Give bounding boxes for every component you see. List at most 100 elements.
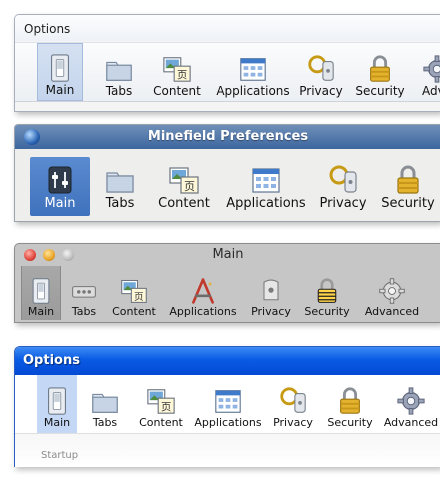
switch-icon — [42, 386, 72, 416]
svg-text:页: 页 — [184, 180, 195, 193]
window-title: Minefield Preferences — [147, 129, 309, 144]
window-title: Main — [212, 247, 244, 262]
tab-applications[interactable]: Applications — [215, 43, 291, 101]
switch-icon — [45, 53, 75, 83]
applications-icon — [238, 54, 268, 84]
tab-applications-label: Applications — [194, 416, 262, 429]
preferences-toolbar: Main Tabs 页 Content Applications Privacy… — [15, 157, 440, 216]
content-area — [15, 102, 440, 111]
security-lock-icon — [313, 277, 341, 305]
tab-tabs-label: Tabs — [71, 305, 97, 318]
tab-applications[interactable]: Applications — [167, 266, 239, 320]
options-window-vista: Options Main Tabs 页 Content Applications… — [14, 14, 440, 112]
applications-icon — [213, 386, 243, 416]
applications-icon — [250, 164, 282, 196]
tab-security[interactable]: Security — [377, 157, 439, 216]
tab-security[interactable]: Security — [301, 266, 353, 320]
tabs-icon — [70, 277, 98, 305]
tab-tabs-label: Tabs — [105, 84, 133, 98]
tabs-icon — [104, 164, 136, 196]
preferences-window-mac: Main Main Tabs 页 Content Applications Pr… — [14, 243, 440, 323]
tab-security[interactable]: Security — [355, 43, 405, 101]
tab-content-label: Content — [112, 305, 156, 318]
tab-security-label: Security — [381, 196, 435, 211]
svg-text:页: 页 — [134, 292, 144, 303]
tab-content[interactable]: 页 Content — [137, 375, 185, 433]
options-window-xp: Options Main Tabs 页 Content Applications… — [14, 346, 440, 467]
tab-tabs-label: Tabs — [105, 196, 135, 211]
tab-privacy[interactable]: Privacy — [247, 266, 295, 320]
tab-privacy[interactable]: Privacy — [315, 157, 371, 216]
tab-main-label: Main — [27, 305, 55, 318]
tab-privacy-label: Privacy — [251, 305, 291, 318]
tab-security-label: Security — [304, 305, 350, 318]
tab-privacy-label: Privacy — [319, 196, 367, 211]
title-bar[interactable]: Options — [15, 347, 440, 375]
security-lock-icon — [365, 54, 395, 84]
tab-advanced[interactable]: Advanced — [361, 266, 423, 320]
switch-icon — [44, 164, 76, 196]
applications-icon — [189, 277, 217, 305]
tabs-icon — [90, 386, 120, 416]
tab-privacy[interactable]: Privacy — [271, 375, 315, 433]
tab-tabs[interactable]: Tabs — [65, 266, 103, 320]
tab-main[interactable]: Main — [30, 157, 90, 216]
privacy-icon — [306, 54, 336, 84]
title-bar[interactable]: Options — [15, 15, 440, 41]
tab-advanced[interactable]: Adva — [417, 43, 440, 101]
tab-privacy-label: Privacy — [273, 416, 313, 429]
tab-content-label: Content — [153, 84, 201, 98]
tab-applications[interactable]: Applications — [223, 157, 309, 216]
tab-main-label: Main — [45, 83, 75, 97]
preferences-toolbar: Main Tabs 页 Content Applications Privacy… — [15, 42, 440, 102]
tab-privacy[interactable]: Privacy — [298, 43, 344, 101]
tab-advanced-label: Advanced — [364, 305, 420, 318]
tab-privacy-label: Privacy — [299, 84, 343, 98]
svg-text:页: 页 — [177, 69, 187, 81]
title-bar[interactable]: Main — [15, 244, 440, 266]
content-area: Startup — [15, 434, 440, 467]
tab-main-label: Main — [43, 416, 71, 429]
tab-main-label: Main — [44, 196, 76, 211]
tab-security[interactable]: Security — [325, 375, 375, 433]
advanced-gear-icon — [396, 386, 426, 416]
tab-main[interactable]: Main — [21, 266, 61, 320]
tab-applications[interactable]: Applications — [194, 375, 262, 433]
tab-tabs[interactable]: Tabs — [97, 157, 143, 216]
title-bar[interactable]: Minefield Preferences — [15, 125, 440, 149]
privacy-icon — [278, 386, 308, 416]
tab-tabs[interactable]: Tabs — [97, 43, 141, 101]
tab-advanced-label: Advanced — [383, 416, 439, 429]
advanced-gear-icon — [378, 277, 406, 305]
content-icon: 页 — [168, 164, 200, 196]
privacy-icon — [327, 164, 359, 196]
tab-tabs[interactable]: Tabs — [85, 375, 125, 433]
tab-applications-label: Applications — [226, 196, 306, 211]
privacy-icon — [257, 277, 285, 305]
switch-icon — [27, 277, 55, 305]
content-icon: 页 — [120, 277, 148, 305]
tab-advanced-label: Adva — [421, 84, 440, 98]
content-icon: 页 — [146, 386, 176, 416]
tab-security-label: Security — [327, 416, 373, 429]
preferences-toolbar: Main Tabs 页 Content Applications Privacy — [15, 266, 440, 320]
tab-security-label: Security — [355, 84, 405, 98]
tab-applications-label: Applications — [169, 305, 237, 318]
startup-section-label: Startup — [41, 450, 79, 461]
tab-content[interactable]: 页 Content — [151, 43, 203, 101]
security-lock-icon — [335, 386, 365, 416]
tab-content-label: Content — [158, 196, 210, 211]
window-title: Options — [23, 353, 80, 368]
content-icon: 页 — [162, 54, 192, 84]
tab-tabs-label: Tabs — [92, 416, 118, 429]
tab-content[interactable]: 页 Content — [109, 266, 159, 320]
svg-text:页: 页 — [161, 401, 171, 413]
security-lock-icon — [392, 164, 424, 196]
advanced-gear-icon — [422, 54, 440, 84]
tab-content[interactable]: 页 Content — [153, 157, 215, 216]
tab-advanced[interactable]: Advanced — [383, 375, 439, 433]
preferences-toolbar: Main Tabs 页 Content Applications Privacy… — [15, 375, 440, 434]
tab-main[interactable]: Main — [37, 375, 77, 433]
tab-main[interactable]: Main — [37, 43, 83, 101]
tab-content-label: Content — [139, 416, 183, 429]
